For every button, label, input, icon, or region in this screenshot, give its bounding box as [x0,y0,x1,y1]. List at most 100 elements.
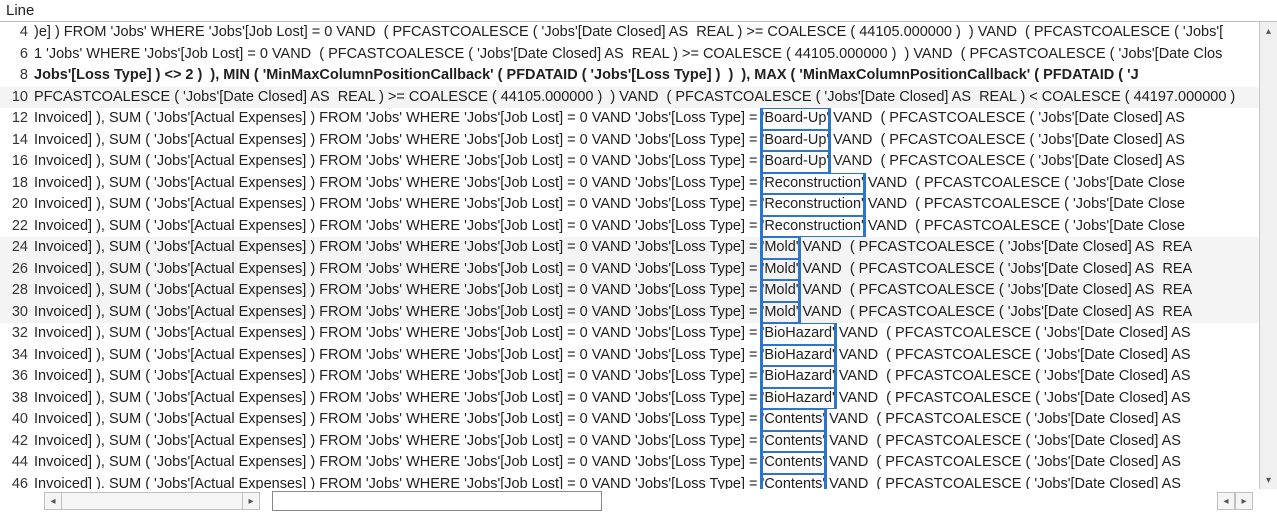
code-cell[interactable]: Invoiced] ), SUM ( 'Jobs'[Actual Expense… [34,452,1181,474]
line-number: 20 [0,194,34,216]
highlighted-literal: 'Mold' [762,259,799,281]
code-row[interactable]: 20Invoiced] ), SUM ( 'Jobs'[Actual Expen… [0,194,1259,216]
code-row[interactable]: 26Invoiced] ), SUM ( 'Jobs'[Actual Expen… [0,259,1259,281]
line-number: 44 [0,452,34,474]
highlighted-literal: 'Mold' [762,280,799,302]
highlighted-literal: 'Reconstruction' [762,216,864,238]
code-row[interactable]: 10PFCASTCOALESCE ( 'Jobs'[Date Closed] A… [0,87,1259,109]
code-cell[interactable]: PFCASTCOALESCE ( 'Jobs'[Date Closed] AS … [34,87,1235,109]
horizontal-scrollbar-left[interactable]: ◂ ▸ [44,492,260,510]
code-row[interactable]: 34Invoiced] ), SUM ( 'Jobs'[Actual Expen… [0,345,1259,367]
scroll-up-icon[interactable]: ▴ [1260,22,1277,40]
highlighted-literal: 'BioHazard' [762,323,835,345]
vertical-scroll-track[interactable] [1260,40,1277,471]
line-number: 12 [0,108,34,130]
line-number: 14 [0,130,34,152]
code-cell[interactable]: Invoiced] ), SUM ( 'Jobs'[Actual Expense… [34,431,1181,453]
highlighted-literal: 'BioHazard' [762,388,835,410]
code-cell[interactable]: Invoiced] ), SUM ( 'Jobs'[Actual Expense… [34,302,1192,324]
code-row[interactable]: 4)e] ) FROM 'Jobs' WHERE 'Jobs'[Job Lost… [0,22,1259,44]
highlighted-literal: 'Reconstruction' [762,194,864,216]
code-grid[interactable]: 4)e] ) FROM 'Jobs' WHERE 'Jobs'[Job Lost… [0,22,1259,489]
column-header[interactable]: Line [0,0,1277,22]
line-number: 42 [0,431,34,453]
code-cell[interactable]: Jobs'[Loss Type] ) <> 2 ) ), MIN ( 'MinM… [34,65,1139,87]
code-row[interactable]: 12Invoiced] ), SUM ( 'Jobs'[Actual Expen… [0,108,1259,130]
goto-input[interactable] [272,491,602,511]
code-cell[interactable]: Invoiced] ), SUM ( 'Jobs'[Actual Expense… [34,108,1185,130]
vertical-scrollbar[interactable]: ▴ ▾ [1259,22,1277,489]
highlighted-literal: 'Reconstruction' [762,173,864,195]
code-row[interactable]: 40Invoiced] ), SUM ( 'Jobs'[Actual Expen… [0,409,1259,431]
line-number: 18 [0,173,34,195]
code-row[interactable]: 18Invoiced] ), SUM ( 'Jobs'[Actual Expen… [0,173,1259,195]
highlighted-literal: 'Board-Up' [762,108,830,130]
code-cell[interactable]: Invoiced] ), SUM ( 'Jobs'[Actual Expense… [34,216,1185,238]
line-number: 4 [0,22,34,44]
code-cell[interactable]: Invoiced] ), SUM ( 'Jobs'[Actual Expense… [34,323,1191,345]
grid-wrap: 4)e] ) FROM 'Jobs' WHERE 'Jobs'[Job Lost… [0,22,1277,489]
code-cell[interactable]: Invoiced] ), SUM ( 'Jobs'[Actual Expense… [34,388,1191,410]
code-cell[interactable]: Invoiced] ), SUM ( 'Jobs'[Actual Expense… [34,280,1192,302]
line-number: 8 [0,65,34,87]
code-cell[interactable]: Invoiced] ), SUM ( 'Jobs'[Actual Expense… [34,194,1185,216]
line-number: 6 [0,44,34,66]
scroll-left-icon-2[interactable]: ◂ [1217,492,1235,510]
line-number: 26 [0,259,34,281]
code-row[interactable]: 22Invoiced] ), SUM ( 'Jobs'[Actual Expen… [0,216,1259,238]
bottom-bar: ◂ ▸ ◂ ▸ [0,489,1277,513]
line-number: 32 [0,323,34,345]
code-row[interactable]: 61 'Jobs' WHERE 'Jobs'[Job Lost] = 0 VAN… [0,44,1259,66]
highlighted-literal: 'Contents' [762,431,826,453]
code-row[interactable]: 30Invoiced] ), SUM ( 'Jobs'[Actual Expen… [0,302,1259,324]
highlighted-literal: 'Mold' [762,237,799,259]
horizontal-scrollbar-right[interactable]: ◂ ▸ [1217,492,1253,510]
code-row[interactable]: 46Invoiced] ). SUM ( 'Jobs'[Actual Expen… [0,474,1259,490]
scroll-right-icon[interactable]: ▸ [242,492,260,510]
highlighted-literal: 'Mold' [762,302,799,324]
code-cell[interactable]: Invoiced] ), SUM ( 'Jobs'[Actual Expense… [34,151,1185,173]
code-row[interactable]: 8Jobs'[Loss Type] ) <> 2 ) ), MIN ( 'Min… [0,65,1259,87]
line-number: 46 [0,474,34,490]
highlighted-literal: 'Contents' [762,474,826,490]
line-number: 16 [0,151,34,173]
line-number: 38 [0,388,34,410]
code-cell[interactable]: Invoiced] ), SUM ( 'Jobs'[Actual Expense… [34,259,1192,281]
code-cell[interactable]: Invoiced] ), SUM ( 'Jobs'[Actual Expense… [34,237,1192,259]
code-row[interactable]: 16Invoiced] ), SUM ( 'Jobs'[Actual Expen… [0,151,1259,173]
highlighted-literal: 'Board-Up' [762,151,830,173]
line-number: 40 [0,409,34,431]
code-row[interactable]: 28Invoiced] ), SUM ( 'Jobs'[Actual Expen… [0,280,1259,302]
code-row[interactable]: 14Invoiced] ), SUM ( 'Jobs'[Actual Expen… [0,130,1259,152]
code-cell[interactable]: Invoiced] ), SUM ( 'Jobs'[Actual Expense… [34,130,1185,152]
code-cell[interactable]: Invoiced] ), SUM ( 'Jobs'[Actual Expense… [34,409,1181,431]
line-number: 30 [0,302,34,324]
highlighted-literal: 'BioHazard' [762,366,835,388]
code-row[interactable]: 32Invoiced] ), SUM ( 'Jobs'[Actual Expen… [0,323,1259,345]
scroll-down-icon[interactable]: ▾ [1260,471,1277,489]
code-cell[interactable]: Invoiced] ), SUM ( 'Jobs'[Actual Expense… [34,345,1191,367]
highlighted-literal: 'Contents' [762,409,826,431]
horizontal-scroll-track-left[interactable] [62,492,242,510]
scroll-left-icon[interactable]: ◂ [44,492,62,510]
code-row[interactable]: 44Invoiced] ), SUM ( 'Jobs'[Actual Expen… [0,452,1259,474]
highlighted-literal: 'Contents' [762,452,826,474]
code-row[interactable]: 36Invoiced] ), SUM ( 'Jobs'[Actual Expen… [0,366,1259,388]
scroll-right-icon-2[interactable]: ▸ [1235,492,1253,510]
code-row[interactable]: 24Invoiced] ), SUM ( 'Jobs'[Actual Expen… [0,237,1259,259]
line-number: 34 [0,345,34,367]
line-number: 36 [0,366,34,388]
code-row[interactable]: 38Invoiced] ), SUM ( 'Jobs'[Actual Expen… [0,388,1259,410]
line-number: 24 [0,237,34,259]
line-number: 22 [0,216,34,238]
code-cell[interactable]: Invoiced] ), SUM ( 'Jobs'[Actual Expense… [34,173,1185,195]
highlighted-literal: 'BioHazard' [762,345,835,367]
code-cell[interactable]: Invoiced] ). SUM ( 'Jobs'[Actual Expense… [34,474,1181,490]
code-cell[interactable]: 1 'Jobs' WHERE 'Jobs'[Job Lost] = 0 VAND… [34,44,1222,66]
code-row[interactable]: 42Invoiced] ), SUM ( 'Jobs'[Actual Expen… [0,431,1259,453]
highlighted-literal: 'Board-Up' [762,130,830,152]
column-header-label: Line [6,2,34,19]
line-number: 28 [0,280,34,302]
code-cell[interactable]: )e] ) FROM 'Jobs' WHERE 'Jobs'[Job Lost]… [34,22,1223,44]
code-cell[interactable]: Invoiced] ), SUM ( 'Jobs'[Actual Expense… [34,366,1191,388]
